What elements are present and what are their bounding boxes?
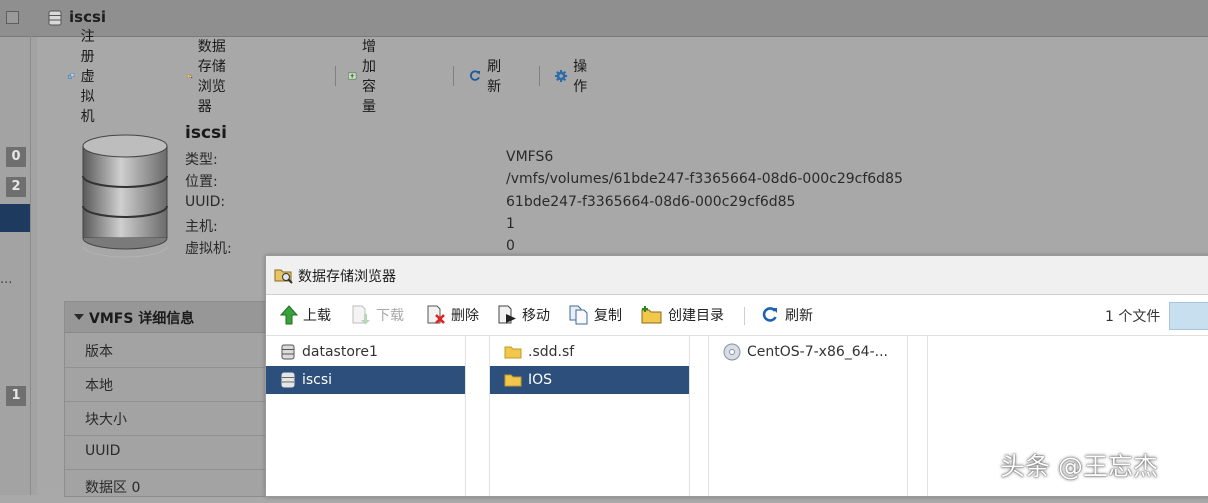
dialog-toolbar: 上载 下载 删除 移动 复制 创建目录 刷新 <box>266 295 1208 336</box>
left-navigator-strip: 0 2 ... 1 <box>0 0 37 495</box>
count-badge: 2 <box>6 177 26 197</box>
delete-icon <box>427 305 445 324</box>
datastore-browser-button[interactable]: 数据存储浏览器 <box>187 39 226 115</box>
upload-arrow-icon <box>280 305 298 325</box>
actions-button[interactable]: 操作 <box>554 59 593 95</box>
new-folder-icon <box>641 306 662 324</box>
download-icon <box>352 305 370 325</box>
datastore-browser-icon <box>187 74 193 79</box>
collapse-triangle-icon <box>74 314 84 320</box>
register-vm-label: 注册虚拟机 <box>80 29 95 125</box>
prop-label: UUID: <box>185 194 226 210</box>
count-badge: 0 <box>6 147 26 167</box>
prop-value: 0 <box>506 238 515 254</box>
datastore-column: datastore1 iscsi <box>266 336 466 496</box>
move-button[interactable]: 移动 <box>497 303 550 327</box>
datastore-name: iscsi <box>185 123 227 143</box>
datastore-browser-icon <box>274 269 293 284</box>
prop-value: 1 <box>506 216 515 232</box>
prop-label: 位置: <box>185 174 218 190</box>
disc-image-icon <box>723 343 741 361</box>
refresh-icon <box>762 307 777 322</box>
gear-icon <box>555 69 568 83</box>
download-button[interactable]: 下载 <box>351 303 404 327</box>
prop-value: VMFS6 <box>506 149 554 165</box>
left-active-item[interactable] <box>0 204 30 232</box>
copy-icon <box>569 305 588 325</box>
list-item-file[interactable]: CentOS-7-x86_64-... <box>709 338 907 366</box>
dialog-title: 数据存储浏览器 <box>298 269 396 285</box>
vmfs-details-title: VMFS 详细信息 <box>89 311 195 327</box>
watermark-text: 头条 @王忘杰 <box>1000 452 1158 481</box>
left-strip-header <box>0 0 37 37</box>
datastore-disk-icon <box>82 134 168 258</box>
refresh-icon <box>470 70 481 81</box>
file-column: CentOS-7-x86_64-... <box>708 336 908 496</box>
list-item-folder[interactable]: .sdd.sf <box>490 338 689 366</box>
panel-header: iscsi <box>37 0 1208 37</box>
register-vm-button[interactable]: 注册虚拟机 <box>68 29 107 125</box>
count-badge: 1 <box>6 386 26 406</box>
refresh-button[interactable]: 刷新 <box>468 59 507 95</box>
prop-label: 虚拟机: <box>185 241 232 257</box>
list-item-datastore[interactable]: datastore1 <box>266 338 465 366</box>
prop-value: 61bde247-f3365664-08d6-000c29cf6d85 <box>506 194 796 210</box>
list-item-folder[interactable]: IOS <box>490 366 689 394</box>
register-vm-icon <box>68 73 75 79</box>
increase-capacity-label: 增加容量 <box>361 39 376 115</box>
move-icon <box>498 305 516 324</box>
actions-label: 操作 <box>573 59 588 95</box>
left-ellipsis: ... <box>0 272 13 287</box>
copy-button[interactable]: 复制 <box>569 303 622 327</box>
increase-capacity-icon <box>348 72 357 80</box>
search-input[interactable] <box>1169 302 1208 330</box>
datastore-browser-label: 数据存储浏览器 <box>197 39 226 115</box>
create-directory-button[interactable]: 创建目录 <box>641 303 724 327</box>
prop-label: 主机: <box>185 219 218 235</box>
dialog-refresh-button[interactable]: 刷新 <box>760 303 813 327</box>
refresh-label: 刷新 <box>487 59 502 95</box>
upload-button[interactable]: 上载 <box>280 303 331 327</box>
delete-button[interactable]: 删除 <box>426 303 479 327</box>
panel-title: iscsi <box>69 8 107 26</box>
datastore-icon <box>48 10 62 26</box>
folder-icon <box>504 346 522 359</box>
folder-column: .sdd.sf IOS <box>489 336 690 496</box>
datastore-icon <box>281 344 295 360</box>
prop-value: /vmfs/volumes/61bde247-f3365664-08d6-000… <box>506 171 903 187</box>
folder-icon <box>504 374 522 387</box>
increase-capacity-button[interactable]: 增加容量 <box>348 39 387 115</box>
left-strip-checkbox[interactable] <box>6 11 19 24</box>
dialog-titlebar[interactable]: 数据存储浏览器 <box>266 256 1208 295</box>
list-item-datastore[interactable]: iscsi <box>266 366 465 394</box>
file-count: 1 个文件 <box>1105 309 1161 325</box>
prop-label: 类型: <box>185 152 218 168</box>
datastore-icon <box>281 372 295 388</box>
